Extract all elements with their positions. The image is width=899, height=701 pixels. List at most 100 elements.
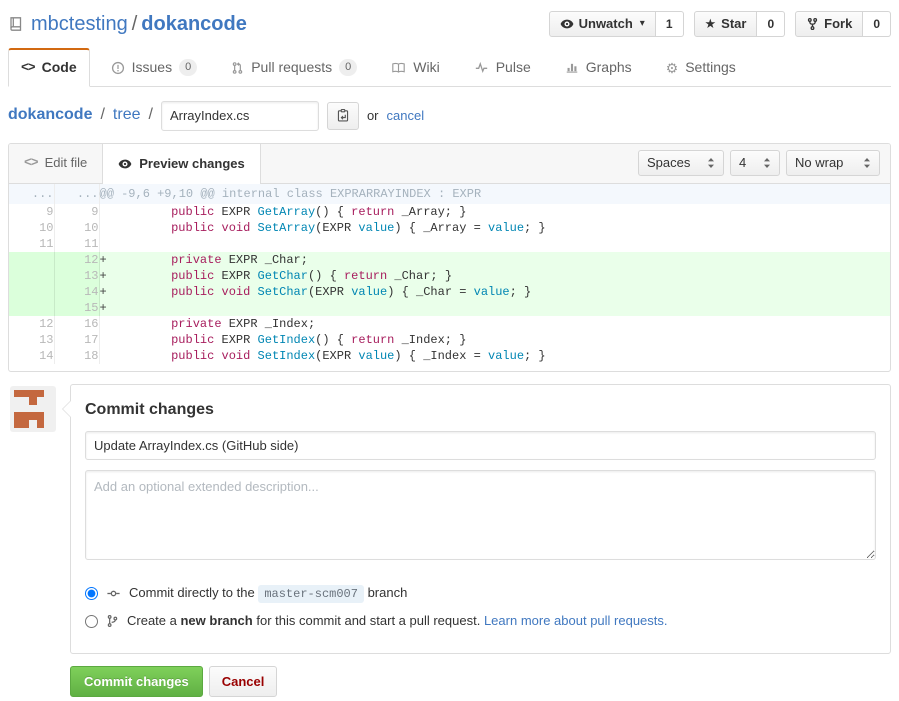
- diff-new-line-number[interactable]: 11: [54, 236, 99, 252]
- tab-preview-changes-label: Preview changes: [139, 155, 245, 173]
- tab-pull-requests[interactable]: Pull requests 0: [218, 49, 370, 87]
- clipboard-button[interactable]: [327, 102, 359, 130]
- commit-form: Commit changes Commit directly to the ma…: [70, 384, 891, 655]
- commit-form-heading: Commit changes: [85, 399, 876, 421]
- or-text: or: [367, 107, 379, 125]
- diff-old-line-number[interactable]: [9, 300, 54, 316]
- diff-old-line-number[interactable]: [9, 284, 54, 300]
- diff-old-line-number[interactable]: 10: [9, 220, 54, 236]
- tab-preview-changes[interactable]: Preview changes: [102, 144, 261, 184]
- fork-button[interactable]: Fork: [795, 11, 863, 37]
- diff-row: 14+ public void SetChar(EXPR value) { _C…: [9, 284, 890, 300]
- repo-owner-link[interactable]: mbctesting: [31, 13, 128, 35]
- editor-settings: Spaces 4 No wrap: [638, 144, 890, 183]
- diff-code-cell: + public EXPR GetChar() { return _Char; …: [99, 268, 890, 284]
- unwatch-label: Unwatch: [579, 15, 633, 33]
- diff-hunk-header: @@ -9,6 +9,10 @@ internal class EXPRARRA…: [99, 184, 890, 204]
- breadcrumb: dokancode / tree / or cancel: [8, 87, 891, 143]
- editor-toolbar: <> Edit file Preview changes Spaces 4 No…: [9, 144, 890, 184]
- diff-old-line-number[interactable]: [9, 252, 54, 268]
- breadcrumb-repo-link[interactable]: dokancode: [8, 104, 92, 126]
- tab-wiki[interactable]: Wiki: [378, 49, 452, 87]
- diff-code-cell: public EXPR GetArray() { return _Array; …: [99, 204, 890, 220]
- diff-new-line-number[interactable]: 17: [54, 332, 99, 348]
- new-branch-pre-text: Create a: [127, 613, 180, 628]
- indent-mode-value: Spaces: [647, 154, 690, 172]
- diff-new-line-number[interactable]: 12: [54, 252, 99, 268]
- breadcrumb-tree-link[interactable]: tree: [113, 104, 141, 126]
- repo-name-link[interactable]: dokancode: [141, 13, 247, 35]
- git-branch-icon: [106, 614, 119, 628]
- repo-header: mbctesting/dokancode Unwatch ▾ 1 ★ Star …: [8, 0, 891, 44]
- commit-changes-button[interactable]: Commit changes: [70, 666, 203, 697]
- wiki-book-icon: [391, 61, 406, 75]
- tab-graphs[interactable]: Graphs: [552, 49, 645, 87]
- breadcrumb-separator: /: [149, 104, 153, 126]
- indent-size-select[interactable]: 4: [730, 150, 780, 176]
- tab-pull-requests-label: Pull requests: [251, 58, 332, 78]
- tab-settings[interactable]: ⚙ Settings: [653, 49, 749, 87]
- diff-new-line-number[interactable]: 18: [54, 348, 99, 364]
- wrap-mode-select[interactable]: No wrap: [786, 150, 880, 176]
- commit-new-branch-radio[interactable]: [85, 615, 98, 628]
- diff-new-line-number[interactable]: 10: [54, 220, 99, 236]
- forks-count[interactable]: 0: [863, 11, 891, 37]
- star-icon: ★: [705, 15, 717, 33]
- commit-message-input[interactable]: [85, 431, 876, 460]
- new-branch-bold-text: new branch: [180, 613, 252, 628]
- diff-old-line-number[interactable]: 13: [9, 332, 54, 348]
- diff-old-line-number[interactable]: 12: [9, 316, 54, 332]
- star-button-group: ★ Star 0: [694, 11, 786, 37]
- star-button[interactable]: ★ Star: [694, 11, 758, 37]
- diff-sign: +: [100, 252, 114, 268]
- diff-code-cell: public EXPR GetIndex() { return _Index; …: [99, 332, 890, 348]
- diff-old-line-number[interactable]: [9, 268, 54, 284]
- diff-old-line-number[interactable]: 14: [9, 348, 54, 364]
- diff-new-line-number[interactable]: 15: [54, 300, 99, 316]
- commit-direct-pre-text: Commit directly to the: [129, 585, 255, 600]
- caret-down-icon: ▾: [640, 17, 645, 31]
- diff-row: 1317 public EXPR GetIndex() { return _In…: [9, 332, 890, 348]
- pull-request-icon: [231, 61, 244, 75]
- diff-code-cell: private EXPR _Index;: [99, 316, 890, 332]
- diff-new-line-number[interactable]: 9: [54, 204, 99, 220]
- diff-row: 12+ private EXPR _Char;: [9, 252, 890, 268]
- tab-pulse[interactable]: Pulse: [461, 49, 544, 87]
- diff-sign: +: [100, 284, 114, 300]
- branch-name-chip: master-scm007: [258, 585, 364, 603]
- unwatch-button[interactable]: Unwatch ▾: [549, 11, 656, 37]
- watchers-count[interactable]: 1: [656, 11, 684, 37]
- select-arrows-icon: [863, 157, 871, 169]
- diff-code-cell: public void SetIndex(EXPR value) { _Inde…: [99, 348, 890, 364]
- tab-pulse-label: Pulse: [496, 58, 531, 78]
- tab-issues[interactable]: Issues 0: [98, 49, 211, 87]
- repo-tabnav: <> Code Issues 0 Pull requests 0 Wiki Pu…: [8, 48, 891, 87]
- cancel-button[interactable]: Cancel: [209, 666, 278, 697]
- diff-old-line-number[interactable]: 11: [9, 236, 54, 252]
- diff-new-line-number[interactable]: 16: [54, 316, 99, 332]
- gear-icon: ⚙: [666, 61, 679, 75]
- diff-old-line-number[interactable]: 9: [9, 204, 54, 220]
- fork-button-group: Fork 0: [795, 11, 891, 37]
- indent-mode-select[interactable]: Spaces: [638, 150, 724, 176]
- diff-code-cell: [99, 236, 890, 252]
- diff-code-cell: public void SetArray(EXPR value) { _Arra…: [99, 220, 890, 236]
- stars-count[interactable]: 0: [757, 11, 785, 37]
- select-arrows-icon: [763, 157, 771, 169]
- diff-row: 1010 public void SetArray(EXPR value) { …: [9, 220, 890, 236]
- commit-direct-option: Commit directly to the master-scm007 bra…: [85, 584, 876, 603]
- cancel-edit-link[interactable]: cancel: [387, 107, 425, 125]
- repo-title-separator: /: [132, 13, 138, 35]
- tab-edit-file[interactable]: <> Edit file: [9, 144, 102, 183]
- tab-code[interactable]: <> Code: [8, 48, 90, 87]
- tab-edit-file-label: Edit file: [45, 154, 88, 172]
- commit-direct-radio[interactable]: [85, 587, 98, 600]
- fork-icon: [806, 17, 819, 31]
- commit-description-textarea[interactable]: [85, 470, 876, 560]
- filename-input[interactable]: [161, 101, 319, 131]
- diff-hunk-row: ... ... @@ -9,6 +9,10 @@ internal class …: [9, 184, 890, 204]
- user-avatar: [10, 386, 56, 432]
- learn-more-link[interactable]: Learn more about pull requests.: [484, 613, 668, 628]
- diff-new-line-number[interactable]: 13: [54, 268, 99, 284]
- diff-new-line-number[interactable]: 14: [54, 284, 99, 300]
